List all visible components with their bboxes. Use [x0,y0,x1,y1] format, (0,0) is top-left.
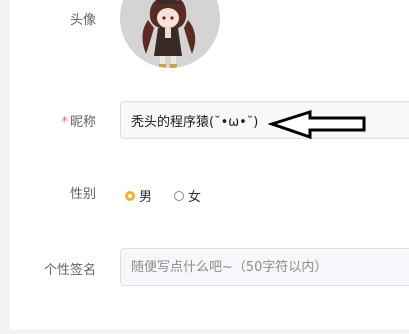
signature-input[interactable] [120,248,409,286]
gender-option-female[interactable]: 女 [174,186,201,205]
nickname-label-text: 昵称 [69,115,96,130]
gender-option-male-label: 男 [139,190,153,205]
radio-unchecked-icon [174,190,184,201]
gender-option-male[interactable]: 男 [125,186,152,205]
avatar-character-illustration [120,0,220,68]
required-mark: * [61,115,68,130]
gender-label: 性别 [69,187,96,202]
signature-label: 个性签名 [43,263,96,278]
nickname-label: * 昵称 [10,111,96,130]
avatar-label: 头像 [69,13,96,28]
arrow-pointer-icon [268,109,366,140]
radio-checked-icon [125,190,135,201]
profile-form: 头像 *昵称 性别 [10,0,409,330]
avatar[interactable] [120,0,220,68]
gender-option-female-label: 女 [188,190,202,205]
